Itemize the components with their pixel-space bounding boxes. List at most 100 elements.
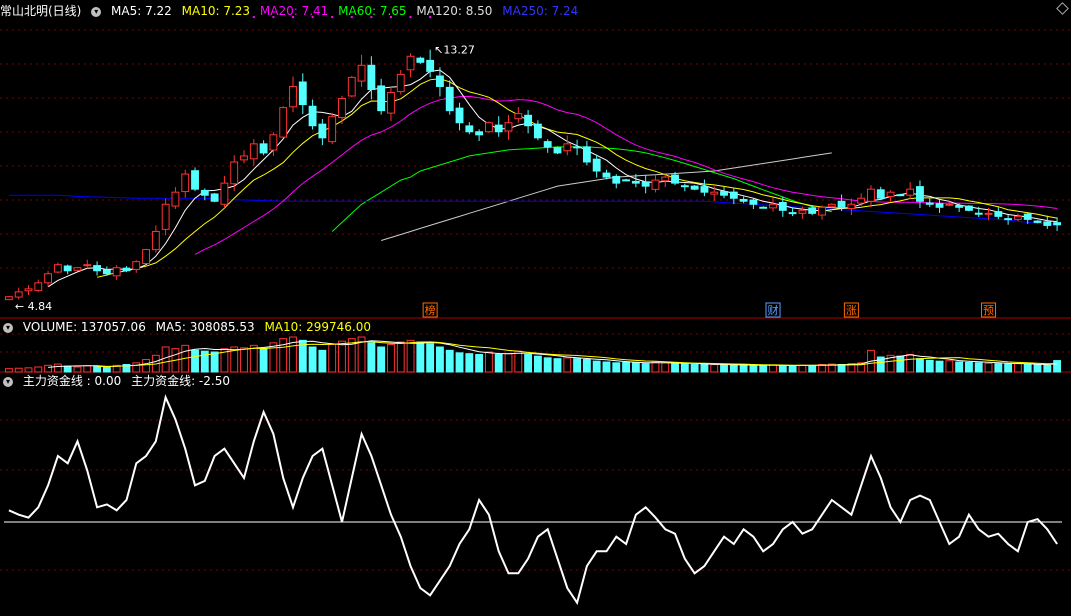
candle-body xyxy=(191,170,199,190)
candle-body xyxy=(44,273,53,284)
candle-body xyxy=(34,282,43,291)
candle-body xyxy=(377,85,386,112)
volume-bar xyxy=(631,362,640,373)
candle-body xyxy=(602,172,611,178)
low-price-label: ← 4.84 xyxy=(15,300,52,313)
candle-body xyxy=(710,191,719,195)
candle-body xyxy=(837,200,846,208)
candle-body xyxy=(1013,215,1022,220)
candle-body xyxy=(984,212,993,215)
volume-bar xyxy=(739,364,748,373)
volume-bar xyxy=(338,340,346,373)
candle-body xyxy=(612,175,621,184)
volume-bar xyxy=(328,344,337,373)
volume-bar xyxy=(759,365,768,373)
candle-body xyxy=(994,211,1003,217)
event-marker-label: 榜 xyxy=(425,303,436,317)
candle-body xyxy=(925,202,934,205)
candle-body xyxy=(886,191,895,197)
candle-body xyxy=(818,206,826,216)
volume-bar xyxy=(837,364,846,373)
candle-body xyxy=(494,124,503,133)
volume-bar xyxy=(955,361,964,373)
volume-bar xyxy=(240,347,248,373)
volume-bar xyxy=(661,362,670,373)
candle-body xyxy=(161,203,170,230)
candle-body xyxy=(53,264,62,273)
candle-body xyxy=(582,146,591,163)
volume-bar xyxy=(445,349,454,373)
candle-body xyxy=(798,209,807,214)
candle-body xyxy=(338,98,346,118)
volume-bar xyxy=(729,364,738,373)
candle-body xyxy=(426,59,435,72)
volume-bar xyxy=(690,364,699,373)
volume-bar xyxy=(406,339,415,373)
ma-line-ma60 xyxy=(331,146,832,232)
candle-body xyxy=(690,185,699,190)
candle-body xyxy=(357,64,366,82)
volume-bar xyxy=(63,365,72,373)
signal-dot xyxy=(350,16,353,18)
candle-body xyxy=(308,105,317,127)
volume-bar xyxy=(906,354,915,373)
volume-bar xyxy=(896,355,905,373)
candle-body xyxy=(965,205,973,211)
volume-bar xyxy=(524,354,533,373)
volume-bar xyxy=(1004,363,1013,373)
candle-body xyxy=(543,141,552,148)
candle-body xyxy=(240,155,248,161)
volume-bar xyxy=(994,363,1003,373)
volume-bar xyxy=(710,364,719,373)
candle-body xyxy=(132,261,141,270)
volume-bar xyxy=(436,346,444,373)
candle-body xyxy=(396,73,405,93)
volume-bar xyxy=(426,343,435,373)
volume-bar xyxy=(494,354,503,373)
volume-bar xyxy=(14,367,23,373)
volume-bar xyxy=(778,365,787,373)
candle-body xyxy=(533,123,542,139)
stock-chart-canvas[interactable]: ↖13.27 ← 4.84 榜 财 涨 预 xyxy=(0,0,1071,616)
candle-body xyxy=(857,197,866,204)
candle-body xyxy=(102,269,111,275)
candle-body xyxy=(475,131,484,136)
volume-bar xyxy=(622,361,630,373)
candle-body xyxy=(4,296,13,301)
signal-dot xyxy=(311,16,314,18)
candle-body xyxy=(122,267,131,272)
volume-bar xyxy=(102,366,111,373)
volume-bar xyxy=(484,351,493,373)
candle-body xyxy=(406,55,415,71)
volume-bar xyxy=(612,362,621,373)
candle-body xyxy=(436,75,444,87)
candle-body xyxy=(514,113,523,120)
volume-bar xyxy=(916,358,924,373)
event-marker-label: 涨 xyxy=(846,304,857,317)
volume-bar xyxy=(582,359,591,373)
volume-bar xyxy=(935,360,944,373)
volume-bar xyxy=(1033,364,1042,373)
volume-bar xyxy=(367,342,376,373)
volume-bar xyxy=(73,366,82,373)
candle-body xyxy=(504,122,513,132)
volume-bar xyxy=(965,361,973,373)
indicator-line xyxy=(8,394,1058,606)
candle-body xyxy=(592,158,601,172)
volume-bar xyxy=(720,364,728,373)
volume-bar xyxy=(475,354,484,373)
volume-bar xyxy=(808,365,817,373)
candle-body xyxy=(847,203,856,209)
candle-body xyxy=(729,191,738,199)
candle-body xyxy=(220,182,229,205)
volume-bar xyxy=(602,361,611,373)
signal-dot xyxy=(252,16,255,18)
volume-bar xyxy=(24,367,33,373)
candle-body xyxy=(622,179,630,182)
candle-body xyxy=(387,92,395,114)
candle-body xyxy=(700,186,709,193)
candle-body xyxy=(1004,218,1013,221)
candle-body xyxy=(1033,220,1042,223)
volume-bar xyxy=(671,363,679,373)
candle-body xyxy=(367,64,376,90)
